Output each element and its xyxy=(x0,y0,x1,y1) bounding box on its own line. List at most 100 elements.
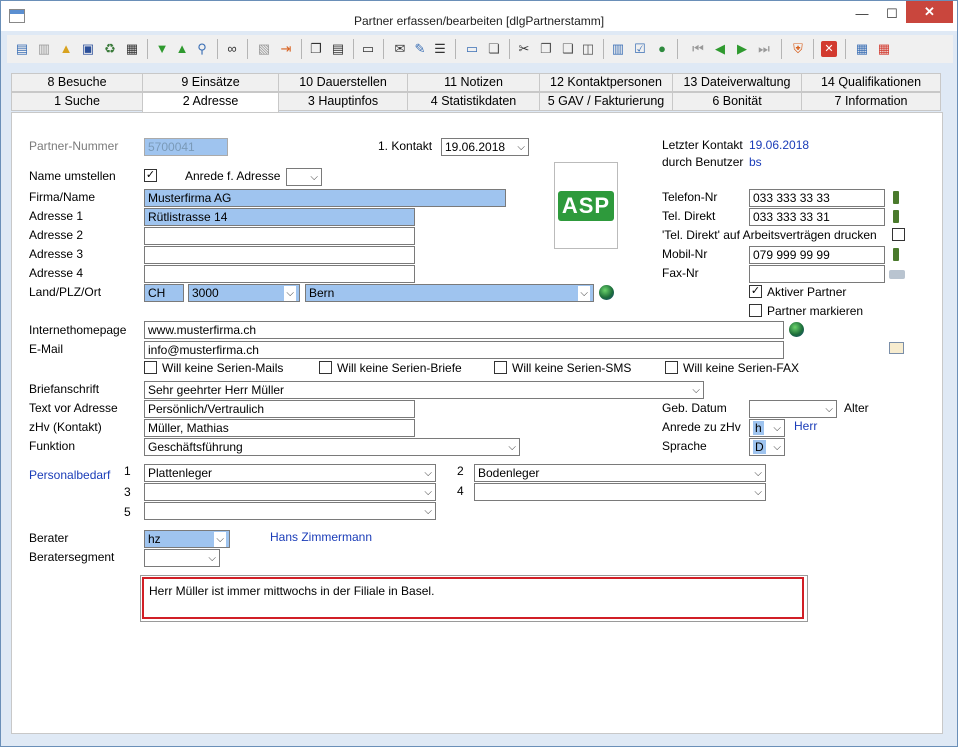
calculator-delete-icon[interactable]: ▦ xyxy=(875,40,893,58)
link-icon[interactable]: ∞ xyxy=(223,40,241,58)
aktiver-partner-checkbox[interactable]: ✓ xyxy=(749,285,762,298)
first-record-icon[interactable]: ⏮ xyxy=(689,40,707,58)
tab-bonitaet[interactable]: 6 Bonität xyxy=(672,92,802,111)
open-icon[interactable]: ▥ xyxy=(35,40,53,58)
telefon-field[interactable]: 033 333 33 33 xyxy=(749,189,885,207)
adresse2-field[interactable] xyxy=(144,227,415,245)
fax-icon[interactable] xyxy=(889,270,905,279)
tab-dateiverwaltung[interactable]: 13 Dateiverwaltung xyxy=(672,73,802,92)
print-icon[interactable]: ▦ xyxy=(123,40,141,58)
next-record-icon[interactable]: ▶ xyxy=(733,40,751,58)
tab-einsaetze[interactable]: 9 Einsätze xyxy=(142,73,279,92)
plz-select[interactable]: 3000 ⌵ xyxy=(188,284,300,302)
anrede-zhv-select[interactable]: h ⌵ xyxy=(749,419,785,437)
partner-markieren-checkbox[interactable] xyxy=(749,304,762,317)
maximize-button[interactable]: ☐ xyxy=(879,2,905,26)
beratersegment-select[interactable]: ⌵ xyxy=(144,549,220,567)
tab-adresse[interactable]: 2 Adresse xyxy=(142,92,279,113)
new-icon[interactable]: ▤ xyxy=(13,40,31,58)
adresse4-field[interactable] xyxy=(144,265,415,283)
tab-statistikdaten[interactable]: 4 Statistikdaten xyxy=(407,92,540,111)
last-record-icon[interactable]: ⏭ xyxy=(755,40,773,58)
zhv-field[interactable]: Müller, Mathias xyxy=(144,419,415,437)
tab-qualifikationen[interactable]: 14 Qualifikationen xyxy=(801,73,941,92)
globe-icon[interactable]: ● xyxy=(653,40,671,58)
window-copy-icon[interactable]: ❏ xyxy=(485,40,503,58)
email-icon[interactable] xyxy=(889,342,904,354)
name-umstellen-checkbox[interactable]: ✓ xyxy=(144,169,157,182)
delete-icon[interactable]: ✕ xyxy=(821,41,837,57)
arrow-up-icon[interactable]: ▲ xyxy=(173,40,191,58)
ort-select[interactable]: Bern ⌵ xyxy=(305,284,594,302)
tab-besuche[interactable]: 8 Besuche xyxy=(11,73,143,92)
edit-icon[interactable]: ✎ xyxy=(411,40,429,58)
checklist-icon[interactable]: ☑ xyxy=(631,40,649,58)
geb-datum-picker[interactable]: ⌵ xyxy=(749,400,837,418)
minimize-button[interactable]: — xyxy=(849,2,875,26)
globe-icon[interactable] xyxy=(599,285,614,300)
personalbedarf-4-select[interactable]: ⌵ xyxy=(474,483,766,501)
tab-hauptinfos[interactable]: 3 Hauptinfos xyxy=(278,92,408,111)
folder-up-icon[interactable]: ▲ xyxy=(57,40,75,58)
image-icon[interactable]: ▧ xyxy=(255,40,273,58)
list-icon[interactable]: ☰ xyxy=(431,40,449,58)
tab-notizen[interactable]: 11 Notizen xyxy=(407,73,540,92)
paste-icon[interactable]: ❑ xyxy=(559,40,577,58)
note-textarea[interactable]: Herr Müller ist immer mittwochs in der F… xyxy=(142,577,804,619)
homepage-field[interactable]: www.musterfirma.ch xyxy=(144,321,784,339)
window-icon[interactable]: ▭ xyxy=(463,40,481,58)
keyboard-icon[interactable]: ▭ xyxy=(359,40,377,58)
tab-dauerstellen[interactable]: 10 Dauerstellen xyxy=(278,73,408,92)
serien-fax-checkbox[interactable] xyxy=(665,361,678,374)
recycle-icon[interactable]: ♻ xyxy=(101,40,119,58)
import-icon[interactable]: ⇥ xyxy=(277,40,295,58)
sprache-select[interactable]: D ⌵ xyxy=(749,438,785,456)
serien-mails-label: Will keine Serien-Mails xyxy=(162,361,284,375)
personalbedarf-3-select[interactable]: ⌵ xyxy=(144,483,436,501)
fax-field[interactable] xyxy=(749,265,885,283)
tab-kontaktpersonen[interactable]: 12 Kontaktpersonen xyxy=(539,73,673,92)
phone-icon[interactable] xyxy=(893,191,899,204)
text-vor-adresse-field[interactable]: Persönlich/Vertraulich xyxy=(144,400,415,418)
firma-field[interactable]: Musterfirma AG xyxy=(144,189,506,207)
globe-icon[interactable] xyxy=(789,322,804,337)
prev-record-icon[interactable]: ◀ xyxy=(711,40,729,58)
tab-information[interactable]: 7 Information xyxy=(801,92,941,111)
serien-mails-checkbox[interactable] xyxy=(144,361,157,374)
text-vor-adresse-label: Text vor Adresse xyxy=(29,401,118,415)
personalbedarf-1-select[interactable]: Plattenleger ⌵ xyxy=(144,464,436,482)
tel-direkt-druck-checkbox[interactable] xyxy=(892,228,905,241)
mobil-field[interactable]: 079 999 99 99 xyxy=(749,246,885,264)
mail-icon[interactable]: ✉ xyxy=(391,40,409,58)
phone-icon[interactable] xyxy=(893,210,899,223)
serien-briefe-checkbox[interactable] xyxy=(319,361,332,374)
email-field[interactable]: info@musterfirma.ch xyxy=(144,341,784,359)
kontakt-date-picker[interactable]: 19.06.2018 ⌵ xyxy=(441,138,529,156)
copy-icon[interactable]: ❐ xyxy=(537,40,555,58)
adresse3-field[interactable] xyxy=(144,246,415,264)
shield-icon[interactable]: ⛨ xyxy=(789,40,807,58)
berater-select[interactable]: hz ⌵ xyxy=(144,530,230,548)
personalbedarf-2-select[interactable]: Bodenleger ⌵ xyxy=(474,464,766,482)
search-icon[interactable]: ⚲ xyxy=(193,40,211,58)
book-icon[interactable]: ◫ xyxy=(579,40,597,58)
close-button[interactable]: ✕ xyxy=(906,1,953,23)
personalbedarf-5-select[interactable]: ⌵ xyxy=(144,502,436,520)
serien-sms-checkbox[interactable] xyxy=(494,361,507,374)
funktion-select[interactable]: Geschäftsführung ⌵ xyxy=(144,438,520,456)
anrede-adresse-select[interactable]: ⌵ xyxy=(286,168,322,186)
adresse1-field[interactable]: Rütlistrasse 14 xyxy=(144,208,415,226)
arrow-down-icon[interactable]: ▼ xyxy=(153,40,171,58)
land-field[interactable]: CH xyxy=(144,284,184,302)
document-icon[interactable]: ▤ xyxy=(329,40,347,58)
tab-gav-fakturierung[interactable]: 5 GAV / Fakturierung xyxy=(539,92,673,111)
mobile-phone-icon[interactable] xyxy=(893,248,899,261)
copy-docs-icon[interactable]: ❐ xyxy=(307,40,325,58)
briefanschrift-select[interactable]: Sehr geehrter Herr Müller ⌵ xyxy=(144,381,704,399)
cut-icon[interactable]: ✂ xyxy=(515,40,533,58)
tab-suche[interactable]: 1 Suche xyxy=(11,92,143,111)
calculator-icon[interactable]: ▦ xyxy=(853,40,871,58)
tel-direkt-field[interactable]: 033 333 33 31 xyxy=(749,208,885,226)
notes-icon[interactable]: ▥ xyxy=(609,40,627,58)
save-icon[interactable]: ▣ xyxy=(79,40,97,58)
